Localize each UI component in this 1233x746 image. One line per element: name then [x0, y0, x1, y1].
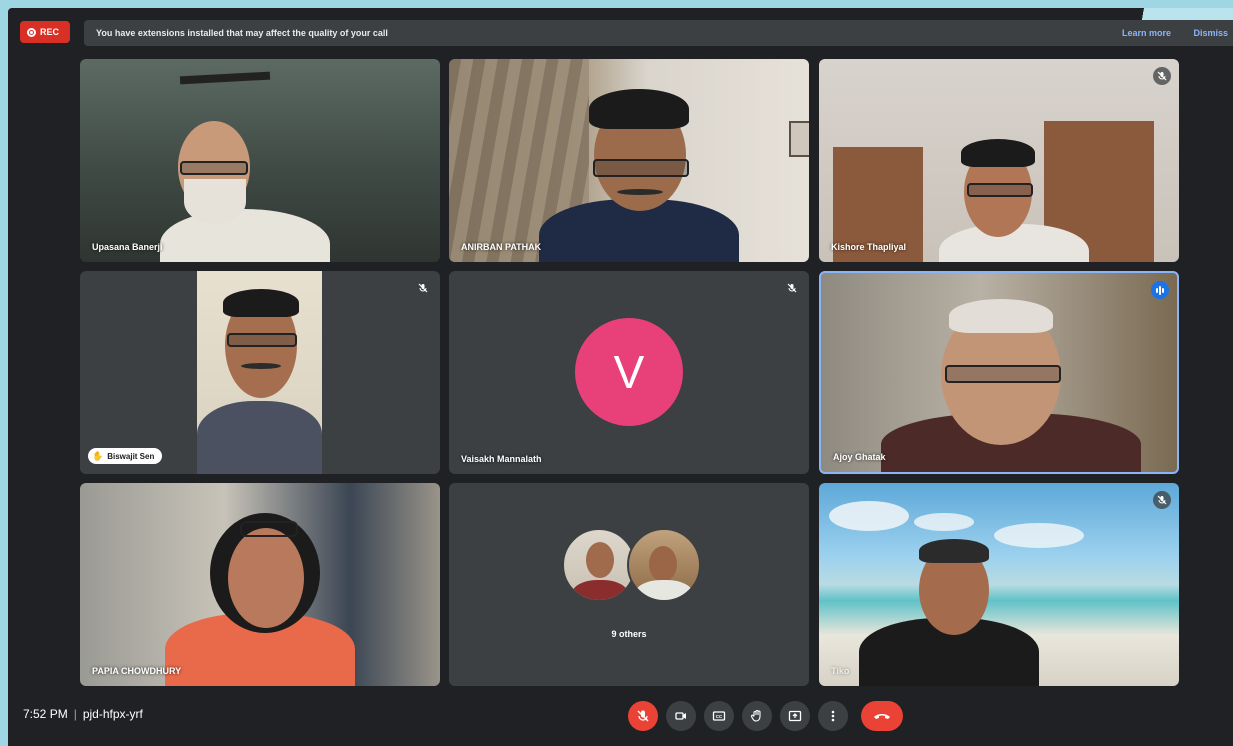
- participant-tile[interactable]: ✋ Biswajit Sen: [80, 271, 440, 474]
- face: [649, 546, 677, 582]
- others-count: 9 others: [611, 629, 647, 639]
- body: [160, 209, 330, 262]
- end-call-icon: [874, 714, 890, 719]
- participant-tile[interactable]: Upasana Banerji: [80, 59, 440, 262]
- captions-icon: CC: [712, 711, 726, 721]
- avatar: V: [575, 318, 683, 426]
- meeting-time: 7:52 PM: [23, 707, 68, 721]
- present-icon: [788, 710, 802, 722]
- mic-off-indicator: [1153, 67, 1171, 85]
- glasses: [945, 365, 1061, 383]
- raise-hand-icon: ✋: [92, 450, 104, 461]
- glasses: [967, 183, 1033, 197]
- participant-tile[interactable]: 9 others: [449, 483, 809, 686]
- mic-off-indicator: [414, 279, 432, 297]
- glasses: [227, 333, 297, 347]
- meet-window: REC You have extensions installed that m…: [8, 8, 1233, 746]
- mic-off-icon: [418, 283, 428, 293]
- hair: [589, 89, 689, 129]
- avatar: [627, 528, 701, 602]
- participant-name: Vaisakh Mannalath: [461, 454, 542, 464]
- captions-button[interactable]: CC: [704, 701, 734, 731]
- extensions-warning-banner: You have extensions installed that may a…: [84, 20, 1233, 46]
- sunglasses: [240, 521, 298, 537]
- rec-label: REC: [40, 27, 60, 37]
- body: [572, 580, 628, 600]
- participant-name: Biswajit Sen: [107, 451, 155, 461]
- tshirt: [197, 401, 322, 474]
- video-feed: [197, 271, 322, 474]
- face: [586, 542, 614, 578]
- audio-level-icon: [1159, 285, 1161, 295]
- participant-tile[interactable]: Tiko: [819, 483, 1179, 686]
- face: [228, 528, 304, 628]
- banner-message: You have extensions installed that may a…: [96, 28, 388, 38]
- glasses: [593, 159, 689, 177]
- raised-hand-badge: ✋ Biswajit Sen: [88, 448, 163, 464]
- mic-off-icon: [1157, 71, 1167, 81]
- participant-tile[interactable]: PAPIA CHOWDHURY: [80, 483, 440, 686]
- hair: [949, 299, 1053, 333]
- wall-frame: [789, 121, 809, 157]
- participant-name: Kishore Thapliyal: [831, 242, 907, 252]
- mustache: [617, 189, 663, 195]
- participant-tile[interactable]: Ajoy Ghatak: [819, 271, 1179, 474]
- more-options-button[interactable]: [818, 701, 848, 731]
- audio-level-icon: [1162, 287, 1164, 293]
- raise-hand-button[interactable]: [742, 701, 772, 731]
- hair: [223, 289, 299, 317]
- participant-tile[interactable]: ANIRBAN PATHAK: [449, 59, 809, 262]
- record-icon: [27, 27, 36, 37]
- cloud: [829, 501, 909, 531]
- meeting-code[interactable]: pjd-hfpx-yrf: [83, 707, 143, 721]
- participant-name: Ajoy Ghatak: [833, 452, 886, 462]
- dismiss-button[interactable]: Dismiss: [1193, 28, 1228, 38]
- body: [635, 580, 693, 600]
- glasses: [180, 161, 248, 175]
- hair: [961, 139, 1035, 167]
- camera-icon: [675, 712, 686, 720]
- participant-tile[interactable]: Kishore Thapliyal: [819, 59, 1179, 262]
- end-call-button[interactable]: [861, 701, 903, 731]
- mic-toggle-button[interactable]: [628, 701, 658, 731]
- meeting-info: 7:52 PM | pjd-hfpx-yrf: [23, 707, 143, 721]
- avatar: [562, 528, 636, 602]
- mic-off-icon: [787, 283, 797, 293]
- cloud: [994, 523, 1084, 548]
- mustache: [241, 363, 281, 369]
- present-button[interactable]: [780, 701, 810, 731]
- ceiling-fan: [179, 71, 271, 85]
- hair: [919, 539, 989, 563]
- mic-off-indicator: [1153, 491, 1171, 509]
- mic-off-icon: [637, 710, 649, 722]
- participant-tile[interactable]: V Vaisakh Mannalath: [449, 271, 809, 474]
- mic-off-indicator: [783, 279, 801, 297]
- participant-name: Tiko: [831, 666, 850, 676]
- participant-name: ANIRBAN PATHAK: [461, 242, 542, 252]
- svg-text:CC: CC: [716, 714, 723, 719]
- camera-toggle-button[interactable]: [666, 701, 696, 731]
- cloud: [914, 513, 974, 531]
- divider: |: [73, 707, 77, 721]
- participant-name: Upasana Banerji: [92, 242, 163, 252]
- more-icon: [831, 710, 835, 722]
- beard: [184, 179, 246, 224]
- participant-name: PAPIA CHOWDHURY: [92, 666, 182, 676]
- learn-more-link[interactable]: Learn more: [1122, 28, 1171, 38]
- raise-hand-icon: [751, 709, 761, 722]
- recording-badge[interactable]: REC: [20, 21, 70, 43]
- speaking-indicator: [1151, 281, 1169, 299]
- audio-level-icon: [1156, 287, 1158, 293]
- mic-off-icon: [1157, 495, 1167, 505]
